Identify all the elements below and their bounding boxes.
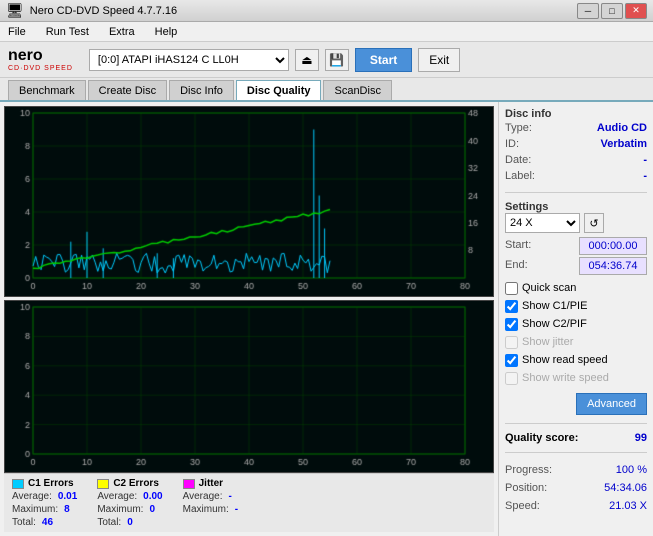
- tab-disc-quality[interactable]: Disc Quality: [236, 80, 322, 100]
- jitter-legend-color: [183, 479, 195, 489]
- tab-scan-disc[interactable]: ScanDisc: [323, 80, 391, 100]
- c2-max-row: Maximum: 0: [97, 504, 162, 515]
- progress-section: Progress: 100 % Position: 54:34.06 Speed…: [505, 461, 647, 515]
- main-content: C1 Errors Average: 0.01 Maximum: 8 Total…: [0, 102, 653, 536]
- save-icon-button[interactable]: 💾: [325, 49, 349, 71]
- c1-max-row: Maximum: 8: [12, 504, 77, 515]
- menu-extra[interactable]: Extra: [105, 24, 139, 40]
- disc-date-row: Date: -: [505, 152, 647, 168]
- bottom-chart: [4, 300, 494, 473]
- disc-id-row: ID: Verbatim: [505, 136, 647, 152]
- maximize-button[interactable]: □: [601, 3, 623, 19]
- settings-section: Settings 24 X Maximum 16 X 8 X 4 X ↺ Sta…: [505, 201, 647, 415]
- progress-row: Progress: 100 %: [505, 461, 647, 479]
- menu-help[interactable]: Help: [151, 24, 182, 40]
- menu-bar: File Run Test Extra Help: [0, 22, 653, 42]
- show-jitter-checkbox[interactable]: [505, 336, 518, 349]
- settings-title: Settings: [505, 201, 647, 213]
- show-jitter-row: Show jitter: [505, 333, 647, 351]
- disc-info-section: Disc info Type: Audio CD ID: Verbatim Da…: [505, 108, 647, 184]
- speed-select[interactable]: 24 X Maximum 16 X 8 X 4 X: [505, 213, 580, 233]
- right-panel: Disc info Type: Audio CD ID: Verbatim Da…: [498, 102, 653, 536]
- disc-info-title: Disc info: [505, 108, 647, 120]
- start-time-input[interactable]: [579, 237, 647, 255]
- disc-type-row: Type: Audio CD: [505, 120, 647, 136]
- jitter-title: Jitter: [183, 478, 238, 489]
- c1-avg-row: Average: 0.01: [12, 491, 77, 502]
- show-c2-pif-row: Show C2/PIF: [505, 315, 647, 333]
- c1-stat-group: C1 Errors Average: 0.01 Maximum: 8 Total…: [12, 478, 77, 528]
- show-jitter-label: Show jitter: [522, 333, 573, 351]
- c1-legend-color: [12, 479, 24, 489]
- c2-stat-group: C2 Errors Average: 0.00 Maximum: 0 Total…: [97, 478, 162, 528]
- tab-benchmark[interactable]: Benchmark: [8, 80, 86, 100]
- advanced-button[interactable]: Advanced: [576, 393, 647, 415]
- close-button[interactable]: ✕: [625, 3, 647, 19]
- quality-score-label: Quality score:: [505, 432, 578, 444]
- show-c1-pie-row: Show C1/PIE: [505, 297, 647, 315]
- divider-2: [505, 423, 647, 424]
- tab-create-disc[interactable]: Create Disc: [88, 80, 167, 100]
- c2-avg-row: Average: 0.00: [97, 491, 162, 502]
- show-write-speed-row: Show write speed: [505, 369, 647, 387]
- divider-3: [505, 452, 647, 453]
- jitter-avg-row: Average: -: [183, 491, 238, 502]
- quick-scan-row: Quick scan: [505, 279, 647, 297]
- menu-file[interactable]: File: [4, 24, 30, 40]
- show-c1-pie-checkbox[interactable]: [505, 300, 518, 313]
- show-write-speed-label: Show write speed: [522, 369, 609, 387]
- quick-scan-label: Quick scan: [522, 279, 576, 297]
- quality-section: Quality score: 99: [505, 432, 647, 444]
- c2-total-row: Total: 0: [97, 517, 162, 528]
- title-text: Nero CD-DVD Speed 4.7.7.16: [30, 5, 177, 17]
- speed-row: Speed: 21.03 X: [505, 497, 647, 515]
- show-read-speed-label: Show read speed: [522, 351, 608, 369]
- quick-scan-checkbox[interactable]: [505, 282, 518, 295]
- top-chart: [4, 106, 494, 297]
- chart-area: C1 Errors Average: 0.01 Maximum: 8 Total…: [0, 102, 498, 536]
- show-c2-pif-checkbox[interactable]: [505, 318, 518, 331]
- c1-title: C1 Errors: [12, 478, 77, 489]
- end-time-row: End:: [505, 257, 647, 275]
- show-c2-pif-label: Show C2/PIF: [522, 315, 587, 333]
- jitter-max-row: Maximum: -: [183, 504, 238, 515]
- show-c1-pie-label: Show C1/PIE: [522, 297, 587, 315]
- start-button[interactable]: Start: [355, 48, 412, 72]
- c2-title: C2 Errors: [97, 478, 162, 489]
- bottom-chart-canvas: [5, 301, 493, 472]
- window-controls: ─ □ ✕: [577, 3, 647, 19]
- toolbar: nero CD·DVD SPEED [0:0] ATAPI iHAS124 C …: [0, 42, 653, 78]
- title-bar: 🖥 Nero CD-DVD Speed 4.7.7.16 ─ □ ✕: [0, 0, 653, 22]
- refresh-button[interactable]: ↺: [584, 213, 604, 233]
- show-read-speed-row: Show read speed: [505, 351, 647, 369]
- top-chart-canvas: [5, 107, 493, 296]
- show-write-speed-checkbox[interactable]: [505, 372, 518, 385]
- speed-row: 24 X Maximum 16 X 8 X 4 X ↺: [505, 213, 647, 233]
- c2-legend-color: [97, 479, 109, 489]
- quality-score-value: 99: [635, 432, 647, 444]
- show-read-speed-checkbox[interactable]: [505, 354, 518, 367]
- jitter-stat-group: Jitter Average: - Maximum: -: [183, 478, 238, 528]
- nero-subtitle: CD·DVD SPEED: [8, 65, 73, 72]
- start-time-row: Start:: [505, 237, 647, 255]
- divider-1: [505, 192, 647, 193]
- end-time-input[interactable]: [579, 257, 647, 275]
- menu-run-test[interactable]: Run Test: [42, 24, 93, 40]
- minimize-button[interactable]: ─: [577, 3, 599, 19]
- nero-logo-text: nero: [8, 47, 73, 65]
- stats-bar: C1 Errors Average: 0.01 Maximum: 8 Total…: [4, 473, 494, 532]
- quality-score-row: Quality score: 99: [505, 432, 647, 444]
- tabs: Benchmark Create Disc Disc Info Disc Qua…: [0, 78, 653, 102]
- drive-select[interactable]: [0:0] ATAPI iHAS124 C LL0H: [89, 49, 289, 71]
- eject-icon-button[interactable]: ⏏: [295, 49, 319, 71]
- position-row: Position: 54:34.06: [505, 479, 647, 497]
- disc-label-row: Label: -: [505, 168, 647, 184]
- exit-button[interactable]: Exit: [418, 48, 460, 72]
- app-icon: 🖥: [6, 2, 24, 19]
- tab-disc-info[interactable]: Disc Info: [169, 80, 234, 100]
- nero-logo: nero CD·DVD SPEED: [8, 47, 73, 72]
- c1-total-row: Total: 46: [12, 517, 77, 528]
